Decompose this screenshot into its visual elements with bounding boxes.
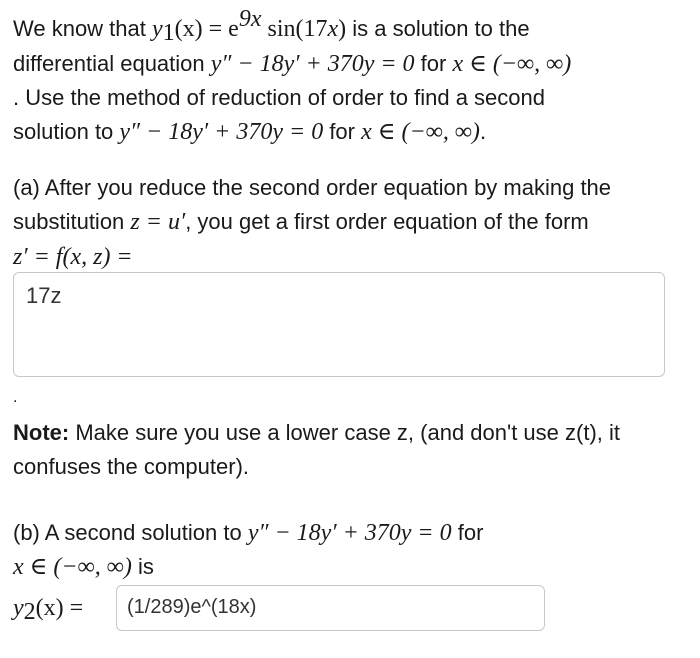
note-text: Make sure you use a lower case z, (and d… <box>69 420 621 445</box>
part-a-line-2: substitution z = u′, you get a first ord… <box>13 207 589 237</box>
intro-text: solution to <box>13 119 120 144</box>
answer-b-value: (1/289)e^(18x) <box>127 596 257 618</box>
part-a-line-3: z′ = f(x, z) = <box>13 242 133 272</box>
answer-a-value: 17z <box>26 283 62 308</box>
note-text: confuses the computer). <box>13 454 250 479</box>
part-b-line-2: x ∈ (−∞, ∞) is <box>13 552 154 582</box>
part-a-text: substitution <box>13 209 131 234</box>
intro-line-3: . Use the method of reduction of order t… <box>13 83 545 113</box>
intro-for: for <box>414 51 453 76</box>
math-z-prime: z′ = f(x, z) = <box>13 244 133 270</box>
math-domain: x ∈ (−∞, ∞) <box>452 51 572 77</box>
math-exponent: 9x <box>238 6 262 32</box>
part-b-text: (b) A second solution to <box>13 520 248 545</box>
intro-text: differential equation <box>13 51 211 76</box>
math-sub-2: 2 <box>23 599 36 625</box>
math-arg: (x) = e <box>174 16 239 42</box>
part-b-line-1: (b) A second solution to y″ − 18y′ + 370… <box>13 518 483 548</box>
part-b-text: is <box>131 554 154 579</box>
math-substitution: z = u′ <box>130 209 186 235</box>
math-y1: y <box>152 16 163 42</box>
intro-line-4: solution to y″ − 18y′ + 370y = 0 for x ∈… <box>13 117 486 147</box>
answer-a-input[interactable]: 17z <box>13 272 665 377</box>
part-a-text: (a) After you reduce the second order eq… <box>13 175 612 200</box>
intro-text-end: is a solution to the <box>346 16 530 41</box>
math-x: x <box>327 16 339 42</box>
stray-dot: . <box>13 389 18 406</box>
intro-period: . <box>479 119 487 144</box>
math-domain: x ∈ (−∞, ∞) <box>13 554 132 580</box>
part-a-text: , you get a first order equation of the … <box>185 209 589 234</box>
part-a-line-1: (a) After you reduce the second order eq… <box>13 173 611 203</box>
math-sub-1: 1 <box>162 20 175 46</box>
intro-line-1: We know that y1(x) = e9x sin(17x) is a s… <box>13 7 530 46</box>
intro-text: . Use the method of reduction of order t… <box>13 85 545 110</box>
math-sin: sin(17 <box>261 16 328 42</box>
part-b-text: for <box>451 520 484 545</box>
answer-b-input[interactable]: (1/289)e^(18x) <box>116 585 545 631</box>
math-domain: x ∈ (−∞, ∞) <box>361 119 480 145</box>
part-b-line-3: y2(x) = <box>13 593 84 625</box>
intro-line-2: differential equation y″ − 18y′ + 370y =… <box>13 49 571 79</box>
intro-text: We know that <box>13 16 152 41</box>
math-ode: y″ − 18y′ + 370y = 0 <box>210 51 415 77</box>
intro-for: for <box>323 119 362 144</box>
math-paren: ) <box>338 16 347 42</box>
problem-page: We know that y1(x) = e9x sin(17x) is a s… <box>0 0 700 658</box>
math-ode: y″ − 18y′ + 370y = 0 <box>247 520 452 546</box>
note-line-2: confuses the computer). <box>13 452 249 482</box>
note-line-1: Note: Make sure you use a lower case z, … <box>13 418 620 448</box>
math-ode: y″ − 18y′ + 370y = 0 <box>119 119 324 145</box>
note-label: Note: <box>13 420 70 445</box>
math-eq: (x) = <box>35 595 84 621</box>
math-y2: y <box>13 595 24 621</box>
